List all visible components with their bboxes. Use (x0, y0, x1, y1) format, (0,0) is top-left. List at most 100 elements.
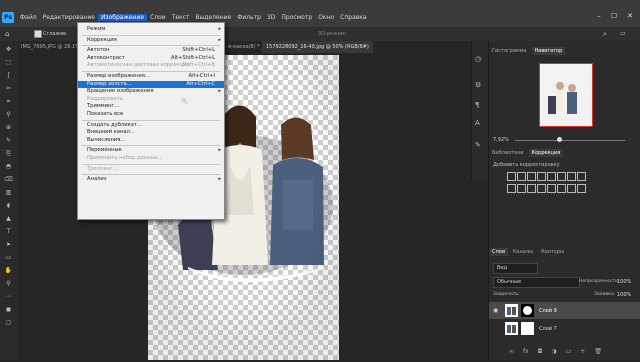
more-tools-icon[interactable]: ⋯ (4, 294, 13, 300)
zoom-slider[interactable] (515, 140, 625, 141)
adjustment-icon[interactable] (537, 184, 546, 193)
marquee-icon[interactable]: ⬚ (4, 60, 13, 66)
layer-kind-filter[interactable]: Вид (493, 263, 538, 274)
adjustment-icon[interactable] (567, 184, 576, 193)
menu-item[interactable]: Слои (147, 14, 169, 21)
adjustment-icon[interactable] (557, 172, 566, 181)
link-icon[interactable]: ∞ (509, 348, 514, 355)
properties-icon[interactable]: ⚙ (475, 81, 481, 89)
adjustment-icon[interactable] (517, 172, 526, 181)
navigator-thumbnail[interactable] (539, 63, 593, 127)
menu-item[interactable]: Просмотр (278, 14, 315, 21)
menu-item[interactable]: Редактирование (40, 14, 98, 21)
adjustment-icon[interactable] (557, 184, 566, 193)
tab-layers[interactable]: Слои (489, 248, 508, 256)
adjustment-icon[interactable] (547, 172, 556, 181)
new-layer-icon[interactable]: + (580, 348, 585, 355)
layer-row[interactable]: · Слой 7 (489, 320, 640, 337)
zoom-icon[interactable]: ⚲ (4, 281, 13, 287)
menu-item[interactable]: Изображение (97, 14, 148, 21)
minimize-icon[interactable]: – (592, 12, 606, 22)
menu-item[interactable]: Фильтр (234, 14, 264, 21)
adjustment-icon[interactable] (567, 172, 576, 181)
adjustment-icon[interactable] (507, 172, 516, 181)
lasso-icon[interactable]: ʃ (4, 73, 13, 79)
home-icon[interactable]: ⌂ (5, 30, 13, 38)
menu-option[interactable]: Переменные ▸ (78, 147, 224, 154)
healing-icon[interactable]: ⊕ (4, 125, 13, 131)
adjustment-layer-icon[interactable]: ◑ (551, 348, 556, 355)
zoom-value[interactable]: 7,92% (493, 137, 509, 143)
menu-option[interactable]: Показать все (78, 111, 224, 118)
menu-item[interactable]: Выделение (192, 14, 234, 21)
fx-icon[interactable]: fx (523, 348, 529, 355)
opacity-value[interactable]: 100% (617, 279, 631, 285)
menu-option[interactable]: Анализ ▸ (78, 176, 224, 183)
menu-option[interactable]: Вычисления... (78, 137, 224, 144)
fill-value[interactable]: 100% (617, 292, 631, 298)
tab-libraries[interactable]: Библиотеки (489, 149, 527, 157)
adjustment-icon[interactable] (577, 172, 586, 181)
stamp-icon[interactable]: ⎘ (4, 151, 13, 157)
brush-settings-icon[interactable]: ✎ (475, 141, 481, 149)
tab-paths[interactable]: Контуры (538, 248, 567, 256)
workspace-icon[interactable]: ▭ (620, 30, 629, 38)
layer-name[interactable]: Слой 9 (539, 308, 557, 314)
path-select-icon[interactable]: ➤ (4, 242, 13, 248)
tab-active-document[interactable]: 1579228092_16-40.jpg @ 50% (RGB/8#) (262, 41, 373, 53)
eraser-icon[interactable]: ⌫ (4, 177, 13, 183)
menu-option[interactable]: Коррекция ▸ (78, 37, 224, 44)
menu-option[interactable]: Режим ▸ (78, 26, 224, 33)
character-icon[interactable]: A (475, 119, 480, 127)
close-icon[interactable]: ✕ (623, 12, 637, 22)
hand-icon[interactable]: ✋ (4, 268, 13, 274)
group-icon[interactable]: ▭ (566, 348, 572, 355)
menu-option[interactable]: Размер изображения... Alt+Ctrl+I (78, 73, 224, 80)
eyedropper-icon[interactable]: ⚲ (4, 112, 13, 118)
slice-icon[interactable]: ⌗ (4, 99, 13, 105)
adjustment-icon[interactable] (537, 172, 546, 181)
maximize-icon[interactable]: ☐ (607, 12, 621, 22)
menu-item[interactable]: 3D (264, 14, 278, 21)
background-color-icon[interactable]: ◻ (4, 320, 13, 326)
layer-mask-thumbnail[interactable] (521, 322, 534, 335)
tab-navigator[interactable]: Навигатор (531, 47, 566, 55)
adjustment-icon[interactable] (507, 184, 516, 193)
menu-option[interactable]: Создать дубликат... (78, 122, 224, 129)
eye-hidden-icon[interactable]: · (493, 325, 495, 332)
adjustment-icon[interactable] (527, 172, 536, 181)
shape-icon[interactable]: ▭ (4, 255, 13, 261)
history-icon[interactable]: ◷ (475, 55, 481, 63)
blend-mode-select[interactable]: Обычные (493, 277, 580, 288)
tab-mask[interactable]: й-маска/8) * (224, 41, 264, 53)
tab-img7695[interactable]: IMG_7695.JPG @ 28,1% (17, 41, 84, 53)
layer-row-selected[interactable]: ◉ Слой 9 (489, 302, 640, 319)
add-mask-icon[interactable]: ◘ (538, 348, 543, 355)
menu-option[interactable]: Тримминг... (78, 103, 224, 110)
type-icon[interactable]: T (4, 229, 13, 235)
menu-item[interactable]: Файл (17, 14, 40, 21)
zoom-slider-handle[interactable] (557, 137, 562, 142)
menu-option[interactable]: Автотон Shift+Ctrl+L (78, 47, 224, 54)
paragraph-icon[interactable]: ¶ (475, 101, 479, 109)
tab-channels[interactable]: Каналы (510, 248, 536, 256)
blur-icon[interactable]: ◖ (4, 203, 13, 209)
trash-icon[interactable]: 🗑 (594, 348, 602, 355)
menu-option[interactable]: Автоконтраст Alt+Shift+Ctrl+L (78, 55, 224, 62)
crop-icon[interactable]: ✂ (4, 86, 13, 92)
foreground-color-icon[interactable]: ◼ (4, 307, 13, 313)
menu-item[interactable]: Текст (169, 14, 193, 21)
layer-name[interactable]: Слой 7 (539, 326, 557, 332)
gradient-icon[interactable]: ▥ (4, 190, 13, 196)
menu-item[interactable]: Справка (337, 14, 369, 21)
layer-mask-thumbnail[interactable] (521, 304, 534, 317)
adjustment-icon[interactable] (577, 184, 586, 193)
adjustment-icon[interactable] (527, 184, 536, 193)
menu-option[interactable]: Размер холста... Alt+Ctrl+C (78, 80, 224, 88)
history-brush-icon[interactable]: ◓ (4, 164, 13, 170)
adjustment-icon[interactable] (517, 184, 526, 193)
tab-histogram[interactable]: Гистограмма (489, 47, 530, 55)
menu-option[interactable]: Внешний канал... (78, 129, 224, 136)
menu-option[interactable]: Вращение изображения ▸ (78, 88, 224, 95)
brush-icon[interactable]: ✎ (4, 138, 13, 144)
